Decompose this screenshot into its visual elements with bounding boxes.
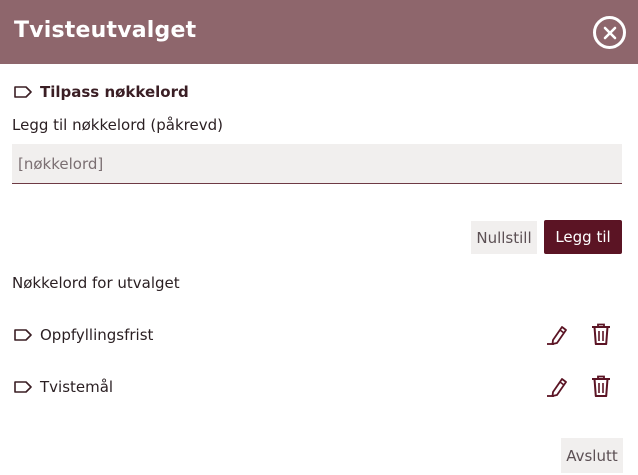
dialog-title: Tvisteutvalget <box>14 18 197 43</box>
tag-icon <box>14 86 32 98</box>
keyword-list-heading: Nøkkelord for utvalget <box>12 274 180 292</box>
keyword-label: Oppfyllingsfrist <box>40 326 154 344</box>
keyword-list-item: Oppfyllingsfrist <box>0 320 638 352</box>
section-heading: Tilpass nøkkelord <box>14 83 189 101</box>
pencil-icon[interactable] <box>544 374 570 400</box>
tag-icon <box>14 381 32 393</box>
tag-icon <box>14 329 32 341</box>
keyword-field-label: Legg til nøkkelord (påkrevd) <box>12 116 223 134</box>
pencil-icon[interactable] <box>544 322 570 348</box>
keyword-input[interactable] <box>12 144 622 184</box>
reset-button[interactable]: Nullstill <box>471 221 537 254</box>
keyword-list-item: Tvistemål <box>0 372 638 404</box>
add-keyword-button[interactable]: Legg til <box>544 220 622 254</box>
section-title: Tilpass nøkkelord <box>40 83 189 101</box>
finish-button[interactable]: Avslutt <box>561 438 623 473</box>
dialog-header: Tvisteutvalget <box>0 0 638 64</box>
dialog: Tvisteutvalget Tilpass nøkkelord Legg ti… <box>0 0 638 475</box>
keyword-label: Tvistemål <box>40 378 114 396</box>
trash-icon[interactable] <box>588 321 614 347</box>
close-icon[interactable] <box>593 16 626 49</box>
trash-icon[interactable] <box>588 373 614 399</box>
